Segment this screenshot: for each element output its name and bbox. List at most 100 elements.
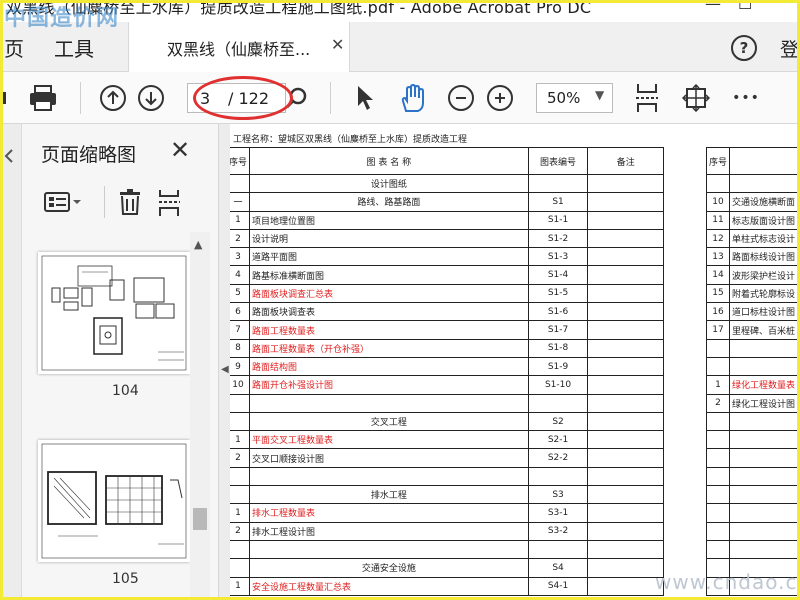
- cell-no: 1: [230, 210, 251, 230]
- cell-code: S1-4: [527, 265, 589, 285]
- cell-code: S2-2: [527, 448, 589, 468]
- thumbnail-scrollbar[interactable]: ▲: [190, 232, 210, 600]
- table-row: 1 排水工程数量表 S3-1: [230, 503, 664, 523]
- trash-icon[interactable]: [118, 188, 142, 220]
- cell-code: S3-2: [527, 521, 589, 541]
- cell-no: 15: [705, 283, 731, 304]
- cell-note: [587, 247, 664, 267]
- document-tab[interactable]: 双黑线（仙麋桥至... ✕: [128, 22, 350, 72]
- zoom-level-value: 50%: [547, 89, 581, 107]
- cell-name: 里程碑、百米桩: [729, 320, 800, 340]
- column-header: 备注: [587, 147, 664, 175]
- cell-no: [230, 539, 251, 560]
- thumbnail-options-icon[interactable]: [44, 190, 84, 218]
- zoom-out-button[interactable]: [446, 80, 476, 116]
- document-tab-close-icon[interactable]: ✕: [331, 35, 344, 54]
- minus-icon: [448, 85, 474, 111]
- cell-name: [249, 539, 529, 560]
- arrow-down-icon: [138, 85, 164, 111]
- select-tool-icon[interactable]: [352, 80, 378, 116]
- zoom-marquee-icon[interactable]: [283, 80, 309, 116]
- cell-code: [527, 539, 589, 560]
- table-row: 2 绿化工程设计图: [705, 393, 800, 413]
- maximize-button[interactable]: ☐: [738, 0, 752, 13]
- cell-no: 6: [230, 302, 251, 322]
- scrollbar-thumb[interactable]: [193, 508, 207, 530]
- full-screen-icon[interactable]: [680, 80, 712, 116]
- thumbnail-label: 105: [112, 571, 139, 587]
- collapse-panel-icon[interactable]: ◀: [221, 364, 229, 375]
- table-row: 交叉工程 S2: [230, 411, 664, 432]
- tab-home[interactable]: 页: [4, 33, 24, 62]
- cell-name: 路面标线设计图: [729, 247, 800, 267]
- table-row: [705, 466, 800, 487]
- table-row: 排水工程 S3: [230, 485, 664, 505]
- navigation-strip: [0, 124, 22, 600]
- previous-page-button[interactable]: [98, 80, 128, 116]
- zoom-level-dropdown[interactable]: 50% ▼: [536, 83, 613, 113]
- table-row: 5 路面板块调查汇总表 S1-5: [230, 283, 664, 304]
- panel-close-icon[interactable]: ✕: [170, 136, 190, 164]
- table-row: 2 交叉口顺接设计图 S2-2: [230, 448, 664, 468]
- table-row: 15 附着式轮廓标设: [705, 283, 800, 304]
- cell-no: [230, 558, 251, 578]
- table-row: [230, 393, 664, 413]
- cell-note: [587, 210, 664, 230]
- table-row: 1 安全设施工程数量汇总表 S4-1: [230, 576, 664, 596]
- cell-name: 平面交叉工程数量表: [249, 430, 529, 450]
- cell-no: 10: [705, 192, 731, 212]
- cell-note: [587, 485, 664, 505]
- cell-no: 1: [230, 576, 251, 596]
- cell-name: [729, 503, 800, 523]
- project-name: 工程名称：望城区双黑线（仙麋桥至上水库）提质改造工程: [233, 135, 468, 145]
- more-tools-icon[interactable]: •••: [728, 80, 764, 116]
- table-row: 8 路面工程数量表（开仓补强） S1-8: [230, 338, 664, 358]
- cell-name: [729, 485, 800, 505]
- table-row: [230, 466, 664, 487]
- tab-tools[interactable]: 工具: [54, 33, 94, 62]
- page-number-field[interactable]: 3 / 122: [187, 83, 286, 113]
- cell-code: S1-2: [527, 228, 589, 249]
- cell-no: 7: [230, 320, 251, 340]
- cell-no: 11: [705, 210, 731, 230]
- cell-note: [587, 302, 664, 322]
- help-icon[interactable]: ?: [731, 35, 757, 61]
- cell-note: [587, 393, 664, 413]
- document-view[interactable]: 工程名称：望城区双黑线（仙麋桥至上水库）提质改造工程 序号 图 表 名 称 图表…: [230, 124, 800, 600]
- panel-splitter[interactable]: ◀: [218, 124, 230, 600]
- table-row: 交通安全设施 S4: [230, 558, 664, 578]
- cell-name: [729, 539, 800, 560]
- table-row: 14 波形梁护栏设计: [705, 265, 800, 285]
- cell-code: S1-1: [527, 210, 589, 230]
- cell-code: S3-1: [527, 503, 589, 523]
- next-page-button[interactable]: [136, 80, 166, 116]
- cell-note: [587, 430, 664, 450]
- cell-name: [249, 466, 529, 487]
- thumbnail-label: 104: [112, 383, 139, 399]
- column-header: 图表编号: [527, 147, 589, 175]
- insert-page-icon[interactable]: [158, 188, 184, 222]
- table-row: 6 路面板块调查表 S1-6: [230, 302, 664, 322]
- thumbnail-page-104[interactable]: [38, 252, 190, 374]
- column-header: 图 表 名 称: [249, 147, 529, 175]
- fit-page-icon[interactable]: [632, 80, 662, 116]
- save-icon[interactable]: [0, 80, 8, 116]
- zoom-in-button[interactable]: [485, 80, 515, 116]
- scroll-up-icon[interactable]: ▲: [194, 238, 202, 251]
- cell-no: 1: [705, 375, 731, 395]
- sign-in-button[interactable]: 登: [780, 35, 799, 62]
- minimize-button[interactable]: —: [705, 0, 721, 13]
- cell-name: 绿化工程设计图: [729, 393, 800, 413]
- cell-name: 路面板块调查表: [249, 302, 529, 322]
- cell-no: 16: [705, 302, 731, 322]
- thumbnail-page-105[interactable]: [38, 440, 190, 562]
- print-icon[interactable]: [26, 80, 60, 116]
- chevron-left-icon[interactable]: [2, 146, 16, 166]
- cell-note: [587, 411, 664, 432]
- cell-note: [587, 558, 664, 578]
- page-current-value[interactable]: 3: [200, 89, 210, 108]
- cell-note: [587, 503, 664, 523]
- cell-name: 路基标准横断面图: [249, 265, 529, 285]
- hand-tool-icon[interactable]: [396, 80, 430, 116]
- cell-no: [705, 338, 731, 358]
